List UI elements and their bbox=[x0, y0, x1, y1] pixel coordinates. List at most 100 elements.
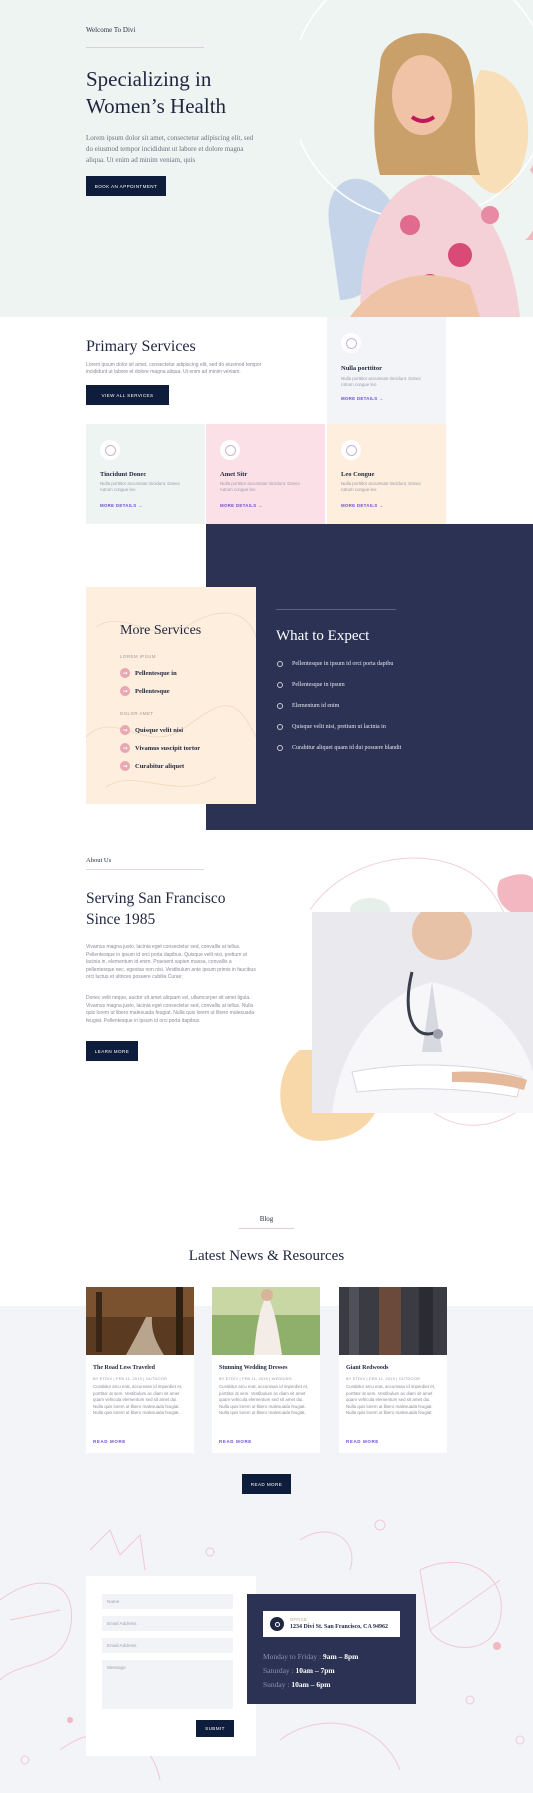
more-details-link[interactable]: MORE DETAILS → bbox=[341, 396, 384, 401]
expect-label: Curabitur aliquet quam id dui posuere bl… bbox=[292, 745, 402, 751]
service-link[interactable]: → Vivamus suscipit tortor bbox=[120, 743, 200, 753]
read-more-button[interactable]: Read More bbox=[242, 1474, 291, 1494]
service-label: Curabitur aliquet bbox=[135, 762, 185, 770]
post-image bbox=[339, 1287, 447, 1355]
service-card-leo-congue[interactable]: Leo Congue Nulla porttitor accumsan tinc… bbox=[327, 424, 446, 524]
arrow-right-icon: → bbox=[120, 743, 130, 753]
circle-icon bbox=[277, 682, 283, 688]
post-meta: BY ETDIV | FEB 11, 2019 | OUTDOOR bbox=[346, 1376, 420, 1381]
read-more-link[interactable]: READ MORE bbox=[346, 1439, 379, 1444]
post-title[interactable]: Giant Redwoods bbox=[346, 1365, 389, 1371]
learn-more-button[interactable]: Learn More bbox=[86, 1041, 138, 1061]
hero-title: Specializing in Women’s Health bbox=[86, 67, 227, 118]
service-label: Pellentesque in bbox=[135, 669, 177, 677]
post-image bbox=[212, 1287, 320, 1355]
service-desc: Nulla porttitor accumsan tincidunt. Done… bbox=[220, 481, 301, 492]
hero-photo bbox=[350, 33, 520, 317]
service-card-tincidunt-donec[interactable]: Tincidunt Donec Nulla porttitor accumsan… bbox=[86, 424, 205, 524]
more-details-link[interactable]: MORE DETAILS → bbox=[341, 503, 384, 508]
service-link[interactable]: → Curabitur aliquet bbox=[120, 761, 184, 771]
service-badge-icon bbox=[220, 440, 240, 460]
blog-eyebrow: Blog bbox=[259, 1215, 274, 1223]
contact-form: Name Email Address Email Address Message… bbox=[86, 1576, 256, 1756]
category-label: Lorem Ipsum bbox=[120, 654, 156, 659]
expect-label: Elementum id enim bbox=[292, 703, 340, 709]
about-paragraph: Vivamus magna justo, lacinia eget consec… bbox=[86, 944, 256, 981]
hours-day: Monday to Friday : bbox=[263, 1652, 323, 1661]
decor-pattern bbox=[86, 612, 256, 788]
divider bbox=[239, 1228, 294, 1229]
category-label: Dolor Amet bbox=[120, 711, 154, 716]
post-title[interactable]: The Road Less Traveled bbox=[93, 1365, 155, 1371]
service-link[interactable]: → Quisque velit nisi bbox=[120, 725, 183, 735]
hours-day: Saturday : bbox=[263, 1666, 296, 1675]
service-label: Pellentesque bbox=[135, 687, 170, 695]
submit-button[interactable]: Submit bbox=[196, 1720, 234, 1737]
address-box: Office 1234 Divi St. San Francisco, CA 9… bbox=[263, 1611, 400, 1637]
post-title[interactable]: Stunning Wedding Dresses bbox=[219, 1365, 287, 1371]
hours-row: Saturday : 10am – 7pm bbox=[263, 1666, 335, 1675]
hero-eyebrow: Welcome To Divi bbox=[86, 26, 136, 34]
more-services-card: More Services Lorem Ipsum → Pellentesque … bbox=[86, 587, 256, 804]
expect-label: Quisque velit nisi, pretium ut lacinia i… bbox=[292, 724, 386, 730]
post-meta: BY ETDIV | FEB 11, 2019 | WEDDING bbox=[219, 1376, 292, 1381]
circle-icon bbox=[277, 661, 283, 667]
about-title: Serving San Francisco Since 1985 bbox=[86, 890, 226, 928]
service-card-amet-sitr[interactable]: Amet Sitr Nulla porttitor accumsan tinci… bbox=[206, 424, 325, 524]
arrow-right-icon: → bbox=[120, 761, 130, 771]
office-label: Office bbox=[290, 1617, 308, 1622]
divider bbox=[276, 609, 396, 610]
office-address: 1234 Divi St. San Francisco, CA 94962 bbox=[290, 1624, 389, 1630]
expect-label: Pellentesque in ipsum id orci porta dapi… bbox=[292, 661, 394, 667]
arrow-right-icon: → bbox=[120, 668, 130, 678]
hours-time: 10am – 6pm bbox=[291, 1680, 331, 1689]
doctor-photo bbox=[312, 912, 533, 1113]
contact-info-card: Office 1234 Divi St. San Francisco, CA 9… bbox=[247, 1594, 416, 1704]
more-details-link[interactable]: MORE DETAILS → bbox=[100, 503, 143, 508]
service-link[interactable]: → Pellentesque in bbox=[120, 668, 177, 678]
service-desc: Nulla porttitor accumsan tincidunt. Done… bbox=[341, 481, 422, 492]
expect-label: Pellentesque in ipsum bbox=[292, 682, 345, 688]
email-field[interactable]: Email Address bbox=[102, 1616, 233, 1631]
expect-item: Pellentesque in ipsum bbox=[277, 682, 345, 688]
book-appointment-button[interactable]: Book an Appointment bbox=[86, 176, 166, 196]
service-name: Leo Congue bbox=[341, 471, 375, 478]
service-badge-icon bbox=[341, 440, 361, 460]
circle-icon bbox=[277, 703, 283, 709]
read-more-link[interactable]: READ MORE bbox=[93, 1439, 126, 1444]
email-field-2[interactable]: Email Address bbox=[102, 1638, 233, 1653]
read-more-link[interactable]: READ MORE bbox=[219, 1439, 252, 1444]
blog-post[interactable]: The Road Less Traveled BY ETDIV | FEB 11… bbox=[86, 1287, 194, 1453]
view-all-services-button[interactable]: View All Services bbox=[86, 385, 169, 405]
service-desc: Nulla porttitor accumsan tincidunt. Done… bbox=[341, 376, 422, 387]
post-excerpt: Curabitur arcu erat, accumsan id imperdi… bbox=[346, 1384, 436, 1416]
expect-item: Pellentesque in ipsum id orci porta dapi… bbox=[277, 661, 393, 667]
service-name: Tincidunt Donec bbox=[100, 471, 147, 478]
primary-services-text: Lorem ipsum dolor sit amet, consectetur … bbox=[86, 362, 262, 375]
service-badge-icon bbox=[100, 440, 120, 460]
service-badge-icon bbox=[341, 333, 361, 353]
name-field[interactable]: Name bbox=[102, 1594, 233, 1609]
expect-item: Quisque velit nisi, pretium ut lacinia i… bbox=[277, 724, 386, 730]
expect-item: Elementum id enim bbox=[277, 703, 339, 709]
hero-section: Welcome To Divi Specializing in Women’s … bbox=[0, 0, 533, 317]
more-services-title: More Services bbox=[120, 623, 202, 638]
hours-time: 9am – 8pm bbox=[323, 1652, 359, 1661]
location-pin-icon bbox=[270, 1617, 284, 1631]
message-field[interactable]: Message bbox=[102, 1660, 233, 1709]
service-card-nulla-porttitor[interactable]: Nulla porttitor Nulla porttitor accumsan… bbox=[327, 317, 446, 424]
hours-row: Monday to Friday : 9am – 8pm bbox=[263, 1652, 358, 1661]
about-paragraph: Donec velit neque, auctor sit amet aliqu… bbox=[86, 995, 255, 1024]
circle-icon bbox=[277, 724, 283, 730]
blog-post[interactable]: Stunning Wedding Dresses BY ETDIV | FEB … bbox=[212, 1287, 320, 1453]
what-to-expect-title: What to Expect bbox=[276, 628, 370, 644]
service-link[interactable]: → Pellentesque bbox=[120, 686, 170, 696]
divider bbox=[86, 869, 204, 870]
blog-post[interactable]: Giant Redwoods BY ETDIV | FEB 11, 2019 |… bbox=[339, 1287, 447, 1453]
service-desc: Nulla porttitor accumsan tincidunt. Done… bbox=[100, 481, 181, 492]
more-details-link[interactable]: MORE DETAILS → bbox=[220, 503, 263, 508]
blog-title: Latest News & Resources bbox=[188, 1248, 345, 1264]
service-label: Quisque velit nisi bbox=[135, 726, 184, 734]
arrow-right-icon: → bbox=[120, 725, 130, 735]
hours-day: Sunday : bbox=[263, 1680, 292, 1689]
